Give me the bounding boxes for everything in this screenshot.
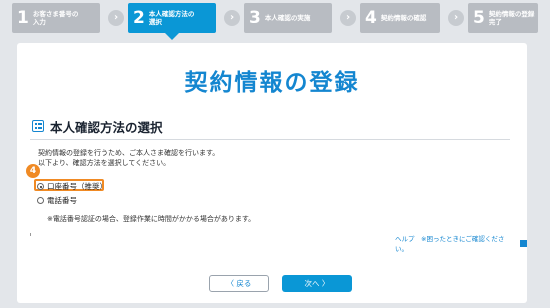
chevron-right-icon: › — [224, 10, 240, 26]
step-label: 本人確認方法の 選択 — [148, 10, 195, 26]
help-link-label: ヘルプ ※困ったときにご確認ください。 — [395, 235, 505, 253]
step-number: 3 — [249, 7, 261, 28]
section-header: 本人確認方法の選択 — [30, 117, 510, 140]
step-4: 4 契約情報の確認 — [360, 3, 440, 33]
phone-note: ※電話番号認証の場合、登録作業に時間がかかる場合があります。 — [47, 215, 256, 223]
back-button[interactable]: 〈 戻る — [209, 275, 269, 292]
radio-button[interactable] — [37, 197, 44, 204]
help-link[interactable]: ヘルプ ※困ったときにご確認ください。 — [395, 233, 527, 253]
step-callout-badge: 4 — [26, 164, 40, 178]
section-title: 本人確認方法の選択 — [50, 120, 163, 135]
active-step-pointer — [165, 33, 179, 40]
radio-option-phone[interactable]: 電話番号 — [37, 195, 77, 206]
step-label: 契約情報の登録 完了 — [488, 10, 535, 26]
step-number: 5 — [473, 7, 485, 28]
radio-option-account[interactable]: 口座番号（推奨） — [37, 181, 107, 192]
step-3: 3 本人確認の実施 — [244, 3, 332, 33]
chevron-right-icon: › — [108, 10, 124, 26]
next-button[interactable]: 次へ 〉 — [282, 275, 352, 292]
option-label: 口座番号（推奨） — [47, 182, 107, 191]
step-label: お客さま番号の 入力 — [32, 10, 79, 26]
progress-steps: 1 お客さま番号の 入力 › 2 本人確認方法の 選択 › 3 本人確認の実施 … — [12, 3, 538, 40]
step-number: 4 — [365, 7, 377, 28]
step-2: 2 本人確認方法の 選択 — [128, 3, 216, 40]
intro-text: 契約情報の登録を行うため、ご本人さま確認を行います。 以下より、確認方法を選択し… — [38, 148, 219, 168]
marker — [30, 233, 31, 236]
chevron-right-icon: › — [340, 10, 356, 26]
step-number: 2 — [133, 7, 145, 28]
step-label: 契約情報の確認 — [380, 14, 427, 22]
radio-button-selected[interactable] — [37, 183, 44, 190]
external-link-icon — [520, 239, 527, 247]
content-card: 契約情報の登録 本人確認方法の選択 契約情報の登録を行うため、ご本人さま確認を行… — [17, 43, 527, 303]
list-icon — [32, 120, 44, 132]
page-title: 契約情報の登録 — [184, 70, 360, 96]
intro-line-2: 以下より、確認方法を選択してください。 — [38, 159, 171, 167]
option-label: 電話番号 — [47, 196, 77, 205]
intro-line-1: 契約情報の登録を行うため、ご本人さま確認を行います。 — [38, 149, 220, 157]
step-number: 1 — [17, 7, 29, 28]
step-1: 1 お客さま番号の 入力 — [12, 3, 100, 33]
step-5: 5 契約情報の登録 完了 — [468, 3, 538, 33]
chevron-right-icon: › — [448, 10, 464, 26]
step-label: 本人確認の実施 — [264, 14, 311, 22]
